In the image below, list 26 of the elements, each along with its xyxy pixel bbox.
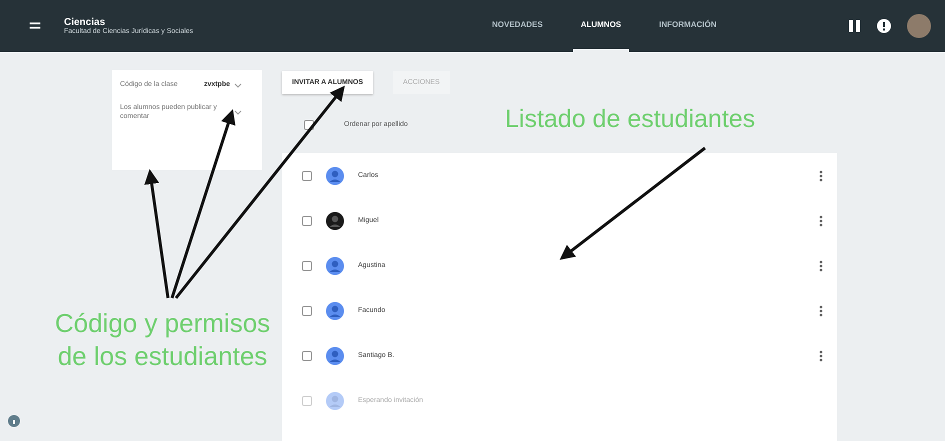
help-icon (8, 415, 20, 427)
row-checkbox[interactable] (302, 216, 312, 226)
more-options-icon (819, 214, 823, 227)
annotation-text: Listado de estudiantes (505, 104, 756, 135)
row-checkbox[interactable] (302, 306, 312, 316)
annotation-text: Código y permisos de los estudiantes (54, 307, 272, 372)
more-options-icon (819, 304, 823, 317)
person-avatar-icon (326, 256, 344, 275)
person-avatar-icon (326, 302, 344, 320)
person-avatar-icon (326, 392, 344, 410)
nav-tab[interactable]: INFORMACIÓN (651, 0, 724, 52)
user-avatar[interactable] (907, 14, 931, 38)
more-options-icon (819, 260, 823, 272)
person-avatar-icon (326, 346, 344, 365)
row-checkbox[interactable] (302, 170, 312, 181)
more-options-icon (819, 170, 823, 182)
class-title: Ciencias (64, 17, 106, 28)
nav-tab[interactable]: NOVEDADES (484, 0, 551, 52)
more-options-icon (819, 350, 823, 362)
row-checkbox[interactable] (302, 260, 312, 271)
photo-avatar (326, 212, 344, 230)
caret-icon (234, 82, 242, 88)
person-avatar-icon (326, 166, 344, 185)
nav-tab[interactable]: ALUMNOS (572, 0, 630, 52)
caret-icon (234, 109, 242, 116)
row-checkbox[interactable] (302, 350, 312, 361)
